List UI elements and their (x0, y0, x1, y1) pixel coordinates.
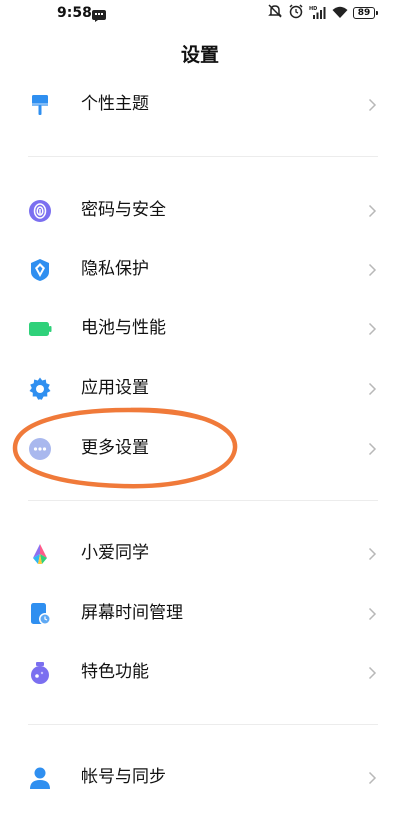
chevron-right-icon (368, 381, 377, 400)
settings-item-account-sync[interactable]: 帐号与同步 (0, 749, 400, 805)
status-bar: 9:58 HD 89 (0, 0, 400, 28)
settings-item-xiaoai[interactable]: 小爱同学 (0, 525, 400, 581)
settings-item-theme[interactable]: 个性主题 (0, 76, 400, 132)
battery-icon (28, 317, 52, 341)
chevron-right-icon (368, 606, 377, 625)
privacy-shield-icon (28, 258, 52, 282)
message-notification-icon (92, 7, 106, 26)
chevron-right-icon (368, 770, 377, 789)
settings-item-label: 应用设置 (81, 378, 149, 398)
fingerprint-icon (28, 199, 52, 223)
xiaoai-icon (28, 542, 52, 566)
settings-item-label: 密码与安全 (81, 200, 166, 220)
chevron-right-icon (368, 262, 377, 281)
chevron-right-icon (368, 97, 377, 116)
app-gear-icon (28, 377, 52, 401)
account-icon (28, 766, 52, 790)
chevron-right-icon (368, 321, 377, 340)
divider (28, 724, 378, 725)
settings-item-label: 屏幕时间管理 (81, 603, 183, 623)
page-title: 设置 (180, 44, 219, 66)
divider (28, 156, 378, 157)
settings-item-label: 个性主题 (81, 94, 149, 114)
settings-item-app-settings[interactable]: 应用设置 (0, 360, 400, 416)
chevron-right-icon (368, 665, 377, 684)
settings-item-label: 小爱同学 (81, 543, 149, 563)
settings-item-label: 特色功能 (81, 662, 149, 682)
settings-item-password-security[interactable]: 密码与安全 (0, 182, 400, 238)
chevron-right-icon (368, 546, 377, 565)
status-time: 9:58 (57, 5, 92, 21)
divider (28, 500, 378, 501)
settings-item-more-settings[interactable]: 更多设置 (0, 420, 400, 476)
screen-time-icon (28, 602, 52, 626)
settings-item-privacy[interactable]: 隐私保护 (0, 241, 400, 297)
settings-item-battery-performance[interactable]: 电池与性能 (0, 300, 400, 356)
wifi-icon (332, 4, 348, 23)
battery-indicator: 89 (353, 7, 378, 19)
feature-flask-icon (28, 661, 52, 685)
settings-item-label: 隐私保护 (81, 259, 149, 279)
chevron-right-icon (368, 203, 377, 222)
alarm-icon (288, 3, 304, 23)
silent-bell-icon (267, 3, 283, 23)
more-dots-icon (28, 437, 52, 461)
settings-item-special-features[interactable]: 特色功能 (0, 644, 400, 700)
settings-item-label: 更多设置 (81, 438, 149, 458)
theme-brush-icon (28, 93, 52, 117)
status-icons: HD 89 (267, 3, 378, 23)
chevron-right-icon (368, 441, 377, 460)
svg-text:HD: HD (309, 6, 317, 12)
settings-item-label: 电池与性能 (81, 318, 166, 338)
settings-item-screen-time[interactable]: 屏幕时间管理 (0, 585, 400, 641)
settings-item-label: 帐号与同步 (81, 767, 166, 787)
signal-icon: HD (309, 4, 327, 23)
